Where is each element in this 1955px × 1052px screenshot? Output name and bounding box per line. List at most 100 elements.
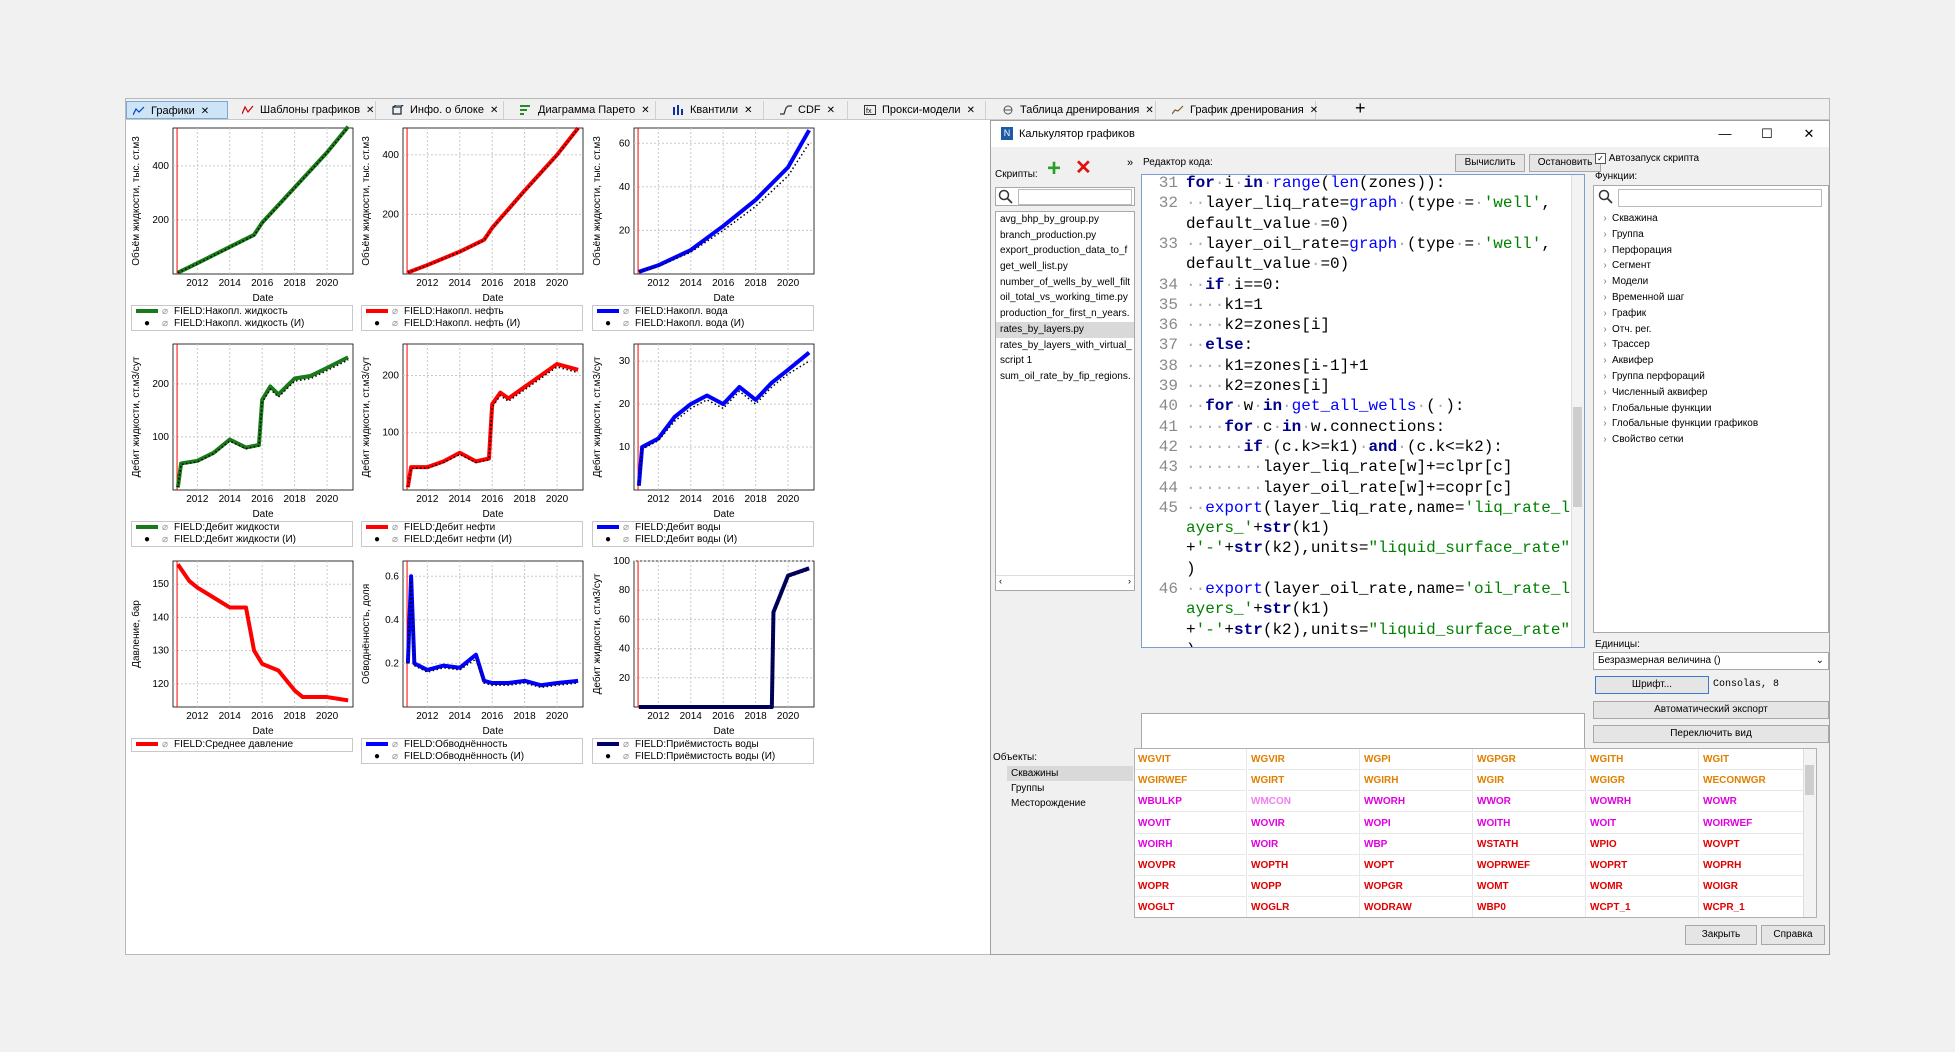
function-tree-item[interactable]: › Группа перфораций (1598, 369, 1758, 385)
chevron-right-icon[interactable]: › (1598, 227, 1612, 243)
function-tree-item[interactable]: › Модели (1598, 274, 1758, 290)
close-icon[interactable]: ✕ (827, 105, 835, 116)
vector-cell[interactable]: WGVIT (1135, 749, 1247, 770)
expand-icon[interactable]: » (1127, 157, 1133, 169)
chevron-right-icon[interactable]: › (1598, 369, 1612, 385)
chevron-right-icon[interactable]: › (1598, 290, 1612, 306)
legend-entry[interactable]: ⌀ FIELD:Дебит нефти (366, 522, 495, 534)
vector-cell[interactable]: WOVIR (1248, 812, 1360, 834)
scrollbar-thumb[interactable] (1573, 407, 1582, 507)
pin-icon[interactable]: ⌀ (162, 739, 174, 751)
legend-entry[interactable]: ⌀ FIELD:Дебит воды (597, 522, 721, 534)
script-item[interactable]: number_of_wells_by_well_filt (996, 275, 1134, 291)
chevron-right-icon[interactable]: › (1598, 274, 1612, 290)
legend-entry[interactable]: ⌀ FIELD:Накопл. нефть (366, 306, 504, 318)
vector-cell[interactable]: WOWRH (1587, 791, 1699, 813)
vector-cell[interactable]: WCPT_1 (1587, 897, 1699, 917)
legend-entry[interactable]: ⌀ FIELD:Приёмистость воды (597, 739, 759, 751)
add-tab-button[interactable]: + (1355, 98, 1366, 118)
chevron-right-icon[interactable]: › (1598, 306, 1612, 322)
vector-cell[interactable]: WOPRWEF (1474, 855, 1586, 876)
chevron-right-icon[interactable]: › (1598, 322, 1612, 338)
auto-export-button[interactable]: Автоматический экспорт (1593, 701, 1829, 719)
tab-drainage-table[interactable]: Таблица дренирования ✕ (996, 101, 1156, 119)
chevron-right-icon[interactable]: › (1598, 385, 1612, 401)
function-search-input[interactable] (1618, 189, 1822, 207)
function-tree-item[interactable]: › Численный аквифер (1598, 385, 1758, 401)
vector-cell[interactable]: WOPT (1361, 855, 1473, 876)
function-tree-item[interactable]: › Группа (1598, 227, 1758, 243)
pin-icon[interactable]: ⌀ (162, 522, 174, 534)
vector-cell[interactable]: WMCON (1248, 791, 1360, 813)
stop-button[interactable]: Остановить (1529, 154, 1601, 172)
pin-icon[interactable]: ⌀ (392, 522, 404, 534)
vector-cell[interactable]: WBP (1361, 833, 1473, 855)
script-search-input[interactable] (995, 187, 1135, 206)
function-tree-item[interactable]: › График (1598, 306, 1758, 322)
vector-cell[interactable]: WOIT (1587, 812, 1699, 834)
legend-entry[interactable]: ● ⌀ FIELD:Дебит нефти (И) (366, 534, 512, 546)
vector-cell[interactable]: WGPGR (1474, 749, 1586, 770)
close-icon[interactable]: ✕ (967, 105, 975, 116)
tab-block-info[interactable]: Инфо. о блоке ✕ (386, 101, 504, 119)
vector-cell[interactable]: WGIT (1700, 749, 1812, 770)
vertical-scrollbar[interactable] (1803, 749, 1816, 917)
pin-icon[interactable]: ⌀ (623, 534, 635, 546)
legend-entry[interactable]: ⌀ FIELD:Среднее давление (136, 739, 293, 751)
vector-cell[interactable]: WOPRT (1587, 855, 1699, 876)
script-item[interactable]: oil_total_vs_working_time.py (996, 290, 1134, 306)
vector-cell[interactable]: WOITH (1474, 812, 1586, 834)
vector-cell[interactable]: WWORH (1361, 791, 1473, 813)
legend-entry[interactable]: ⌀ FIELD:Накопл. жидкость (136, 306, 288, 318)
function-tree-item[interactable]: › Глобальные функции (1598, 401, 1758, 417)
object-item[interactable]: Скважины (1007, 766, 1133, 781)
close-icon[interactable]: ✕ (1310, 105, 1318, 116)
vector-cell[interactable]: WECONWGR (1700, 770, 1812, 792)
maximize-icon[interactable]: ☐ (1747, 123, 1787, 145)
minimize-icon[interactable]: — (1705, 123, 1745, 145)
pin-icon[interactable]: ⌀ (162, 534, 174, 546)
close-icon[interactable]: ✕ (641, 105, 649, 116)
vector-cell[interactable]: WOVIT (1135, 812, 1247, 834)
vector-cell[interactable]: WOPTH (1248, 855, 1360, 876)
vector-cell[interactable]: WOPR (1135, 876, 1247, 898)
vector-cell[interactable]: WGPI (1361, 749, 1473, 770)
vector-cell[interactable]: WGIGR (1587, 770, 1699, 792)
script-item[interactable]: branch_production.py (996, 228, 1134, 244)
script-item[interactable]: production_for_first_n_years. (996, 306, 1134, 322)
tab-quantiles[interactable]: Квантили ✕ (666, 101, 764, 119)
close-icon[interactable]: ✕ (1145, 105, 1153, 116)
pin-icon[interactable]: ⌀ (392, 306, 404, 318)
vertical-scrollbar[interactable] (1571, 175, 1584, 647)
vector-cell[interactable]: WOGLR (1248, 897, 1360, 917)
vector-cell[interactable]: WBULKP (1135, 791, 1247, 813)
script-item[interactable]: export_production_data_to_f (996, 243, 1134, 259)
legend-entry[interactable]: ● ⌀ FIELD:Накопл. вода (И) (597, 318, 744, 330)
script-item[interactable]: rates_by_layers_with_virtual_ (996, 338, 1134, 354)
legend-entry[interactable]: ● ⌀ FIELD:Дебит воды (И) (597, 534, 737, 546)
vector-cell[interactable]: WOIRWEF (1700, 812, 1812, 834)
scrollbar-thumb[interactable] (1805, 765, 1814, 795)
calculate-button[interactable]: Вычислить (1455, 154, 1525, 172)
units-select[interactable]: Безразмерная величина () ⌄ (1593, 652, 1829, 670)
close-icon[interactable]: ✕ (201, 106, 209, 117)
vector-cell[interactable]: WCPR_1 (1700, 897, 1812, 917)
pin-icon[interactable]: ⌀ (392, 739, 404, 751)
vector-cell[interactable]: WGVIR (1248, 749, 1360, 770)
tab-cdf[interactable]: CDF ✕ (774, 101, 848, 119)
autorun-checkbox[interactable]: ✓ Автозапуск скрипта (1595, 153, 1699, 164)
vector-cell[interactable]: WOMT (1474, 876, 1586, 898)
tab-pareto[interactable]: Диаграмма Парето ✕ (514, 101, 656, 119)
legend-entry[interactable]: ⌀ FIELD:Обводнённость (366, 739, 507, 751)
legend-entry[interactable]: ⌀ FIELD:Накопл. вода (597, 306, 728, 318)
pin-icon[interactable]: ⌀ (623, 318, 635, 330)
pin-icon[interactable]: ⌀ (623, 751, 635, 763)
close-icon[interactable]: ✕ (744, 105, 752, 116)
vector-cell[interactable]: WOPRH (1700, 855, 1812, 876)
function-tree-item[interactable]: › Временной шаг (1598, 290, 1758, 306)
function-tree-item[interactable]: › Аквифер (1598, 353, 1758, 369)
vector-cell[interactable]: WOPP (1248, 876, 1360, 898)
vector-cell[interactable]: WOVPT (1700, 833, 1812, 855)
script-item[interactable]: script 1 (996, 353, 1134, 369)
horizontal-scrollbar[interactable]: ‹ › (996, 575, 1134, 590)
